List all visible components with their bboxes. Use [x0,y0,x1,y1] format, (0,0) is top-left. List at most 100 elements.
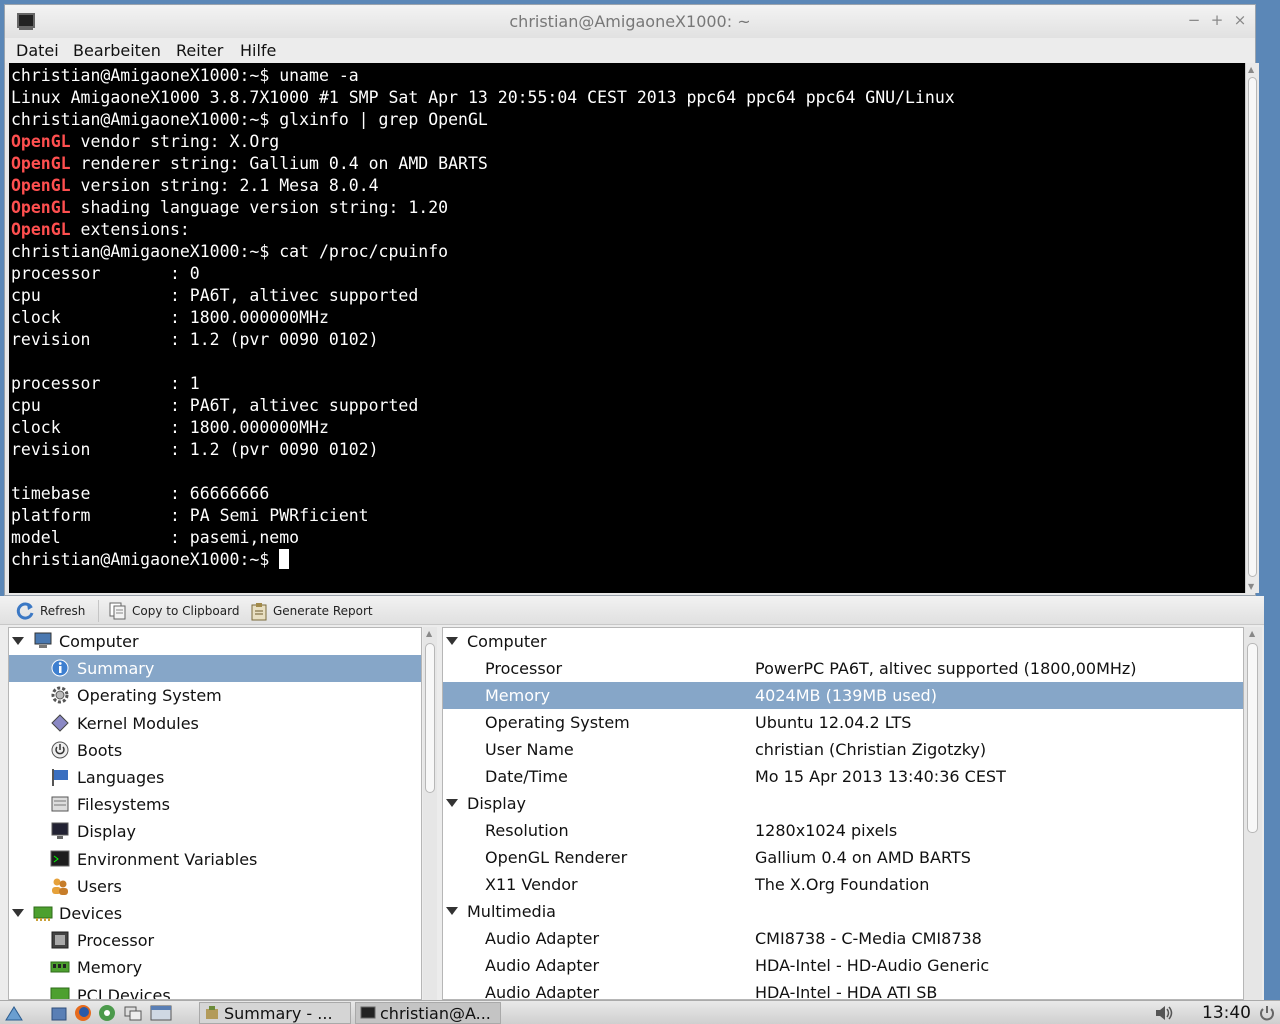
taskbar: Summary - ... christian@A... 13:40 [0,1000,1280,1024]
tree-item-boots[interactable]: Boots [9,737,421,764]
scroll-up-icon[interactable]: ▲ [1249,629,1255,638]
detail-row[interactable]: X11 Vendor The X.Org Foundation [443,871,1243,898]
terminal-output[interactable]: christian@AmigaoneX1000:~$ uname -a Linux… [9,63,1245,593]
flag-icon [50,767,70,787]
tree-item-operating-system[interactable]: Operating System [9,682,421,709]
detail-row[interactable]: Operating System Ubuntu 12.04.2 LTS [443,709,1243,736]
browser-icon[interactable] [98,1004,116,1022]
task-summary[interactable]: Summary - ... [199,1002,351,1024]
menu-reiter[interactable]: Reiter [176,41,223,60]
tree-scrollbar[interactable]: ▲ [423,627,437,1000]
menu-bearbeiten[interactable]: Bearbeiten [73,41,161,60]
section-label: Multimedia [467,902,556,921]
detail-row[interactable]: User Name christian (Christian Zigotzky) [443,736,1243,763]
clock[interactable]: 13:40 [1202,1003,1251,1023]
scroll-up-icon[interactable]: ▲ [1248,65,1254,74]
refresh-icon [16,601,36,621]
terminal-window: christian@AmigaoneX1000: ~ − + × Datei B… [4,4,1259,596]
monitor-icon [50,821,70,841]
task-terminal[interactable]: christian@A... [355,1002,501,1024]
detail-key: User Name [485,740,574,759]
report-icon [249,601,269,621]
clipboard-icon [108,601,128,621]
details-list[interactable]: Computer Processor PowerPC PA6T, altivec s… [442,627,1244,1000]
copy-to-clipboard-button[interactable]: Copy to Clipboard [108,600,239,622]
title-bar[interactable]: christian@AmigaoneX1000: ~ − + × [5,5,1255,38]
detail-row[interactable]: Memory 4024MB (139MB used) [443,682,1243,709]
tree-item-environment-variables[interactable]: Environment Variables [9,846,421,873]
tree-item-label: Display [77,822,136,842]
detail-row[interactable]: Audio Adapter HDA-Intel - HD-Audio Generi… [443,952,1243,979]
scrollbar-thumb[interactable] [425,643,435,793]
detail-key: Operating System [485,713,630,732]
generate-report-button[interactable]: Generate Report [249,600,373,622]
terminal-line-text: christian@AmigaoneX1000:~$ uname -a [11,66,359,85]
scrollbar-thumb[interactable] [1248,77,1257,577]
section-multimedia[interactable]: Multimedia [443,898,1243,925]
tree-item-computer[interactable]: Computer [9,628,421,655]
toolbar: Refresh Copy to Clipboard Generate Repor… [0,596,1264,625]
firefox-icon[interactable] [74,1004,92,1022]
detail-key: Audio Adapter [485,956,600,975]
terminal-line-text: platform : PA Semi PWRficient [11,506,369,525]
minimize-button[interactable]: − [1185,11,1203,29]
expander-icon[interactable] [446,907,458,915]
terminal-line: timebase : 66666666 [11,483,955,505]
tree-item-processor[interactable]: Processor [9,927,421,954]
detail-key: Audio Adapter [485,929,600,948]
menu-datei[interactable]: Datei [16,41,59,60]
file-manager-icon[interactable] [50,1004,68,1022]
terminal-scrollbar[interactable]: ▲ ▼ [1245,63,1259,593]
refresh-button[interactable]: Refresh [16,600,85,622]
tree-item-summary[interactable]: Summary [9,655,421,683]
close-button[interactable]: × [1231,11,1249,29]
details-scrollbar[interactable]: ▲ [1244,627,1262,1000]
detail-row[interactable]: Resolution 1280x1024 pixels [443,817,1243,844]
terminal-line-text: timebase : 66666666 [11,484,270,503]
scrollbar-thumb[interactable] [1247,643,1258,833]
volume-icon[interactable] [1154,1004,1173,1022]
expander-icon[interactable] [446,637,458,645]
show-desktop-icon[interactable] [150,1004,172,1022]
maximize-button[interactable]: + [1208,11,1226,29]
power-icon[interactable] [1258,1004,1276,1022]
detail-row[interactable]: Processor PowerPC PA6T, altivec supported… [443,655,1243,682]
tree-item-label: Kernel Modules [77,713,199,733]
scroll-up-icon[interactable]: ▲ [426,629,432,638]
tree-item-devices[interactable]: Devices [9,900,421,927]
tree-item-filesystems[interactable]: Filesystems [9,791,421,818]
terminal-line-text: processor : 1 [11,374,200,393]
detail-row[interactable]: Audio Adapter HDA-Intel - HDA ATI SB [443,979,1243,1000]
terminal-line: processor : 0 [11,263,955,285]
start-menu-icon[interactable] [4,1004,23,1022]
detail-value: HDA-Intel - HDA ATI SB [755,983,938,1000]
highlighted-match: OpenGL [11,132,71,151]
pci-icon [50,985,70,999]
tree-item-display[interactable]: Display [9,818,421,845]
tree-item-users[interactable]: Users [9,873,421,900]
detail-row[interactable]: Audio Adapter CMI8738 - C-Media CMI8738 [443,925,1243,952]
expander-icon[interactable] [446,799,458,807]
category-tree[interactable]: Computer Summary Operating System Kernel Mo… [8,627,422,1000]
section-computer[interactable]: Computer [443,628,1243,655]
tree-item-languages[interactable]: Languages [9,764,421,791]
copy-label: Copy to Clipboard [132,604,240,618]
terminal-line: model : pasemi,nemo [11,527,955,549]
detail-row[interactable]: OpenGL Renderer Gallium 0.4 on AMD BARTS [443,844,1243,871]
tree-item-memory[interactable]: Memory [9,954,421,981]
tree-item-pci-devices[interactable]: PCI Devices [9,982,421,999]
terminal-line-text: revision : 1.2 (pvr 0090 0102) [11,330,379,349]
expander-icon[interactable] [12,909,24,917]
detail-key: Audio Adapter [485,983,600,1000]
tree-item-kernel-modules[interactable]: Kernel Modules [9,710,421,737]
switch-windows-icon[interactable] [124,1004,142,1022]
terminal-line-text: Linux AmigaoneX1000 3.8.7X1000 #1 SMP Sa… [11,88,955,107]
menu-hilfe[interactable]: Hilfe [240,41,276,60]
scroll-down-icon[interactable]: ▼ [1248,582,1254,591]
detail-row[interactable]: Date/Time Mo 15 Apr 2013 13:40:36 CEST [443,763,1243,790]
expander-icon[interactable] [12,637,24,645]
tree-item-label: Devices [59,904,123,923]
detail-key: Processor [485,659,563,678]
section-display[interactable]: Display [443,790,1243,817]
